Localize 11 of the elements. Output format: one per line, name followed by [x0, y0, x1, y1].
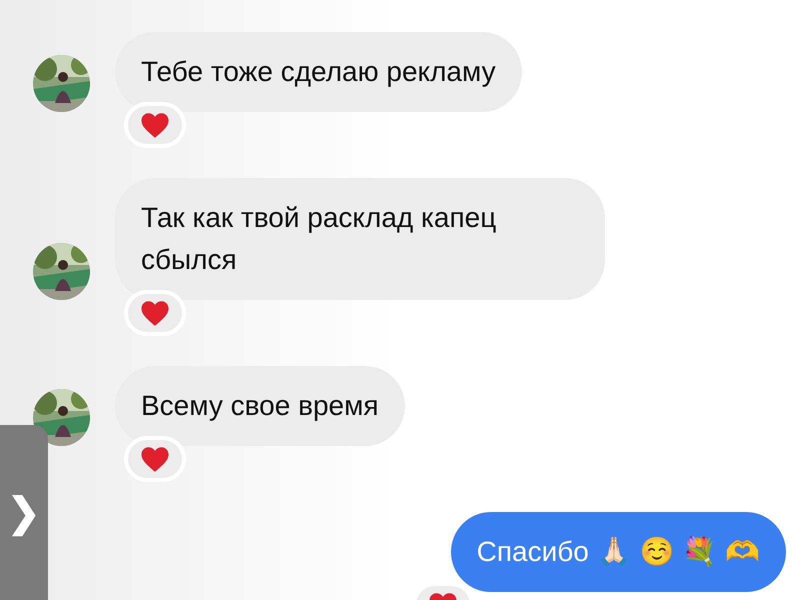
message-bubble: Тебе тоже сделаю рекламу	[115, 32, 522, 112]
message-bubble: Всему свое время	[115, 366, 405, 446]
heart-icon	[140, 112, 170, 138]
message-bubble: Так как твой расклад капец сбылся	[115, 178, 605, 300]
reaction-badge[interactable]	[124, 290, 186, 336]
message-bubble: Спасибо 🙏🏻 ☺ 💐 🫶	[450, 512, 786, 592]
reaction-badge[interactable]	[124, 436, 186, 482]
heart-icon	[140, 446, 170, 472]
side-tab[interactable]: ❯	[0, 425, 48, 600]
heart-icon	[140, 300, 170, 326]
reaction-badge[interactable]	[124, 102, 186, 148]
